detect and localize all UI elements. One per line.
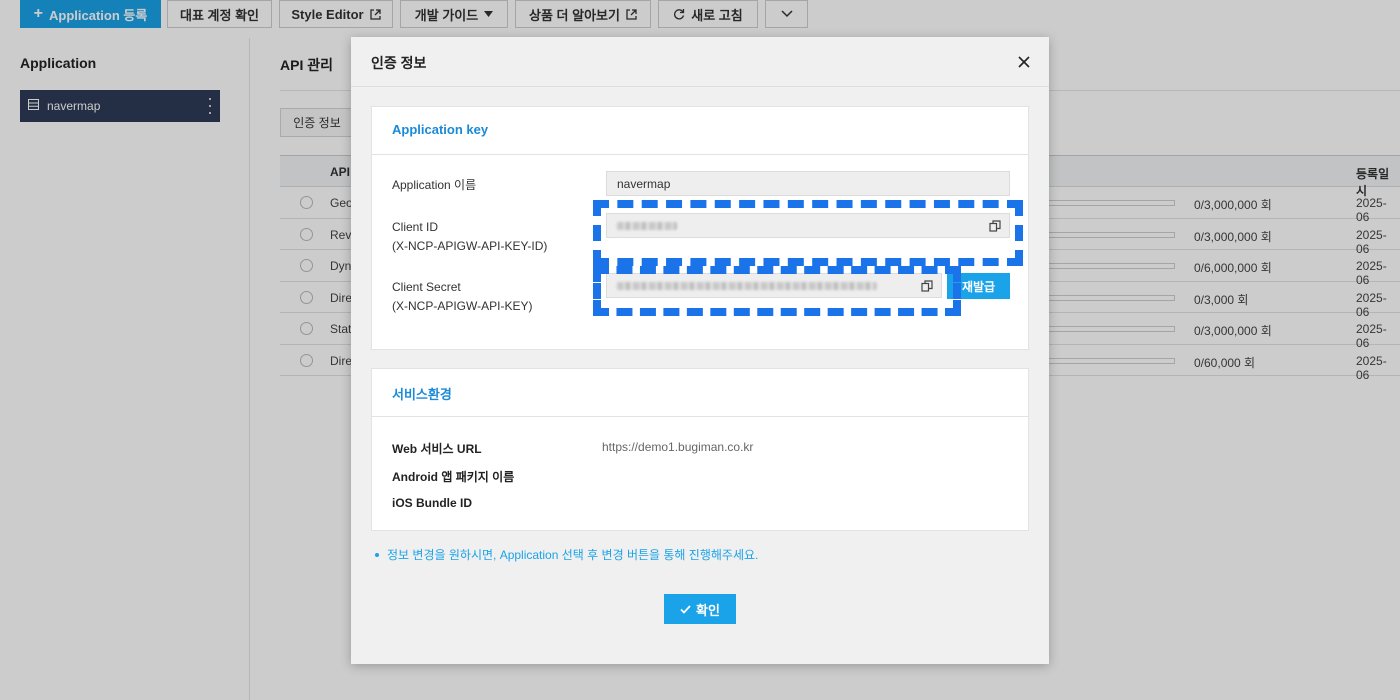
auth-info-modal: 인증 정보 Application key Application 이름 nav… — [351, 37, 1049, 664]
divider — [372, 154, 1028, 155]
app-name-field: navermap — [606, 171, 1010, 196]
modal-title: 인증 정보 — [371, 55, 427, 71]
modal-header: 인증 정보 — [351, 37, 1049, 87]
client-secret-label: Client Secret (X-NCP-APIGW-API-KEY) — [392, 280, 533, 313]
client-id-label: Client ID (X-NCP-APIGW-API-KEY-ID) — [392, 220, 548, 253]
client-secret-highlight — [593, 266, 961, 316]
divider — [372, 416, 1028, 417]
close-icon[interactable] — [1017, 55, 1031, 69]
android-package-label: Android 앱 패키지 이름 — [392, 470, 515, 484]
bullet-icon — [375, 552, 379, 557]
web-url-label: Web 서비스 URL — [392, 442, 482, 456]
section-title: 서비스환경 — [392, 387, 452, 402]
web-url-value: https://demo1.bugiman.co.kr — [602, 440, 754, 454]
service-environment-card: 서비스환경 Web 서비스 URL https://demo1.bugiman.… — [371, 368, 1029, 531]
confirm-button[interactable]: 확인 — [664, 594, 736, 624]
client-id-highlight — [593, 200, 1023, 266]
check-icon — [680, 602, 691, 617]
section-title: Application key — [392, 122, 489, 137]
ios-bundle-label: iOS Bundle ID — [392, 496, 473, 510]
info-note: 정보 변경을 원하시면, Application 선택 후 변경 버튼을 통해 … — [375, 546, 758, 563]
app-name-label: Application 이름 — [392, 178, 477, 192]
